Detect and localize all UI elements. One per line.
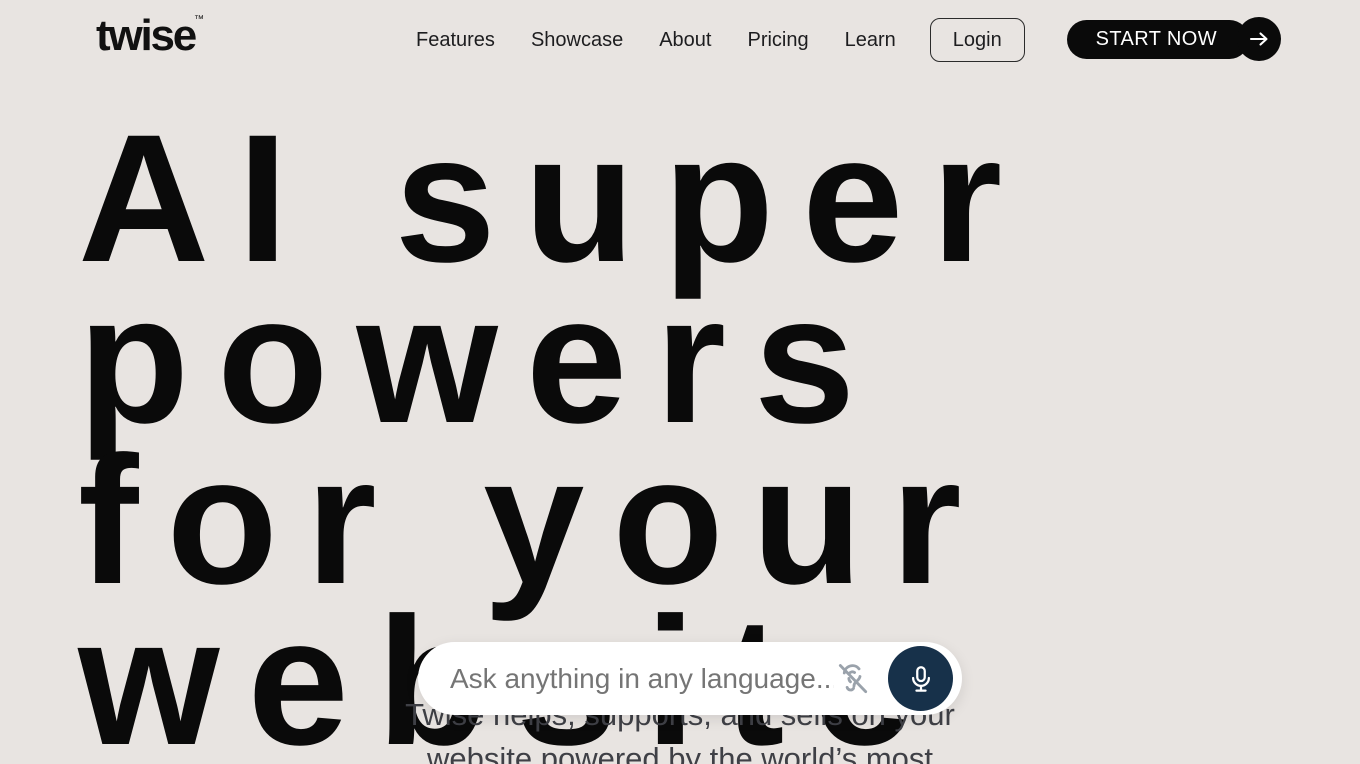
trademark-icon: ™ — [194, 14, 205, 26]
login-button[interactable]: Login — [929, 18, 1025, 62]
nav-item-about[interactable]: About — [641, 22, 729, 58]
logo-twise[interactable]: twise™ — [96, 14, 205, 58]
microphone-icon — [911, 665, 930, 692]
main-navigation: Features Showcase About Pricing Learn Lo… — [398, 18, 1025, 62]
ear-off-icon[interactable] — [834, 660, 872, 698]
ask-anything-input[interactable] — [450, 662, 834, 695]
logo-text: twise — [96, 11, 197, 60]
voice-assistant-widget[interactable] — [418, 642, 962, 715]
start-now-arrow-button[interactable] — [1237, 17, 1281, 61]
start-now-button[interactable]: START NOW — [1066, 19, 1249, 59]
nav-item-learn[interactable]: Learn — [827, 22, 914, 58]
hero-subtext-line-2: website powered by the world’s most — [426, 741, 933, 764]
nav-item-showcase[interactable]: Showcase — [513, 22, 641, 58]
microphone-button[interactable] — [888, 646, 953, 711]
site-header: twise™ Features Showcase About Pricing L… — [0, 0, 1360, 72]
start-now-cta-group: START NOW — [1066, 17, 1281, 61]
arrow-right-icon — [1249, 32, 1268, 46]
nav-item-pricing[interactable]: Pricing — [729, 22, 826, 58]
nav-item-features[interactable]: Features — [398, 22, 513, 58]
